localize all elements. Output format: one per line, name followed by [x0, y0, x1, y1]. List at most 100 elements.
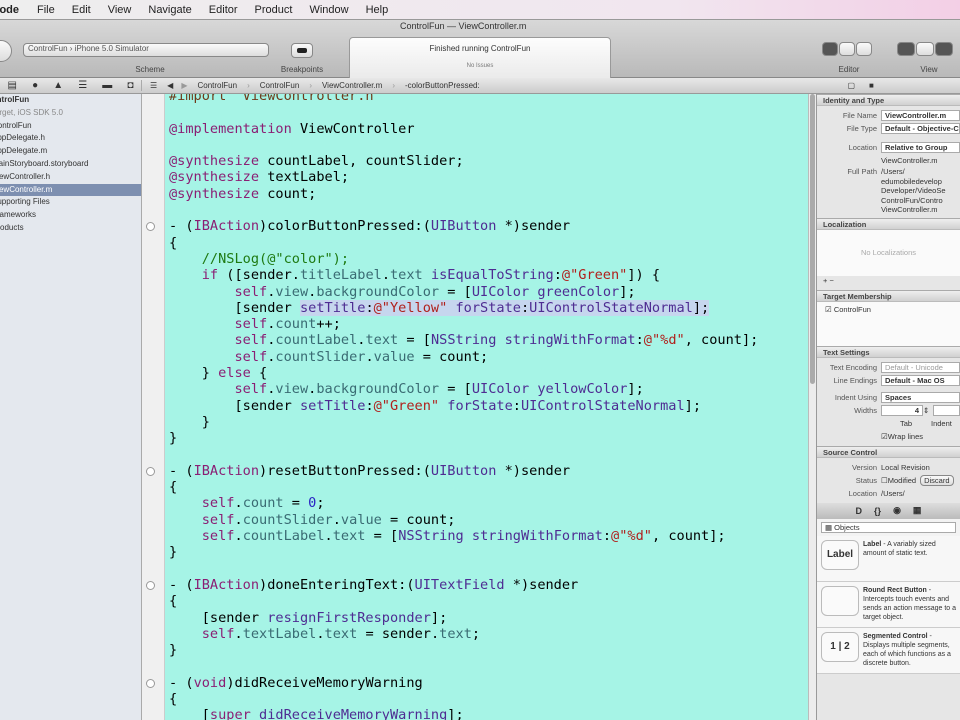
library-filter-select[interactable]: ▦ Objects — [821, 521, 956, 533]
menu-product[interactable]: Product — [255, 4, 293, 16]
version-label: Version — [851, 462, 877, 472]
navigator-item[interactable]: ControlFun — [0, 94, 141, 107]
navigator-item-label: Supporting Files — [0, 197, 50, 207]
code-token: self — [234, 332, 268, 349]
code-token: { — [169, 690, 178, 707]
library-item[interactable]: Label Label - A variably sized amount of … — [817, 536, 960, 582]
navigator-toggle[interactable] — [897, 42, 915, 56]
file-template-tab-icon[interactable]: D — [856, 506, 863, 516]
line-marker[interactable] — [146, 678, 155, 688]
discard-button[interactable]: Discard — [920, 474, 954, 486]
navigator-item[interactable]: Supporting Files — [0, 196, 141, 209]
symbol-navigator-icon[interactable]: ● — [32, 80, 38, 91]
code-snippet-tab-icon[interactable]: {} — [874, 506, 881, 516]
tab-width-field[interactable]: 4 — [881, 404, 923, 416]
encoding-label: Text Encoding — [829, 362, 877, 372]
encoding-select[interactable]: Default - Unicode — [881, 361, 960, 373]
related-files-icon[interactable]: ☰ — [150, 81, 157, 90]
location-file: ViewController.m — [881, 156, 938, 165]
navigator-item[interactable]: AppDelegate.h — [0, 132, 141, 145]
file-inspector-tab-icon[interactable]: ▢ — [847, 81, 855, 90]
breadcrumb-item[interactable]: ControlFun — [260, 81, 300, 90]
line-marker[interactable] — [146, 466, 155, 476]
library-tabs: D {} ◉ ▦ — [817, 502, 960, 519]
menu-window[interactable]: Window — [309, 4, 348, 16]
identity-section-header[interactable]: Identity and Type — [817, 94, 960, 106]
standard-editor-button[interactable] — [822, 42, 838, 56]
code-text[interactable]: #import "ViewController.h" @implementatio… — [169, 94, 758, 720]
file-type-select[interactable]: Default - Objective-C source — [881, 123, 960, 134]
localization-add-remove[interactable]: + − — [817, 276, 960, 290]
log-navigator-icon[interactable]: ◘ — [127, 80, 133, 91]
navigator-item[interactable]: ViewController.m — [0, 183, 141, 197]
code-line: @implementation ViewController — [169, 121, 758, 137]
navigator-item-label: 1 target, iOS SDK 5.0 — [0, 107, 63, 117]
menu-view[interactable]: View — [108, 4, 132, 16]
scroll-thumb[interactable] — [810, 94, 815, 384]
code-line: self.countLabel.text = [NSString stringW… — [169, 528, 758, 544]
code-token: : — [365, 397, 374, 414]
target-section-header[interactable]: Target Membership — [817, 289, 960, 302]
library-item-title: Label — [863, 540, 882, 548]
utilities-toggle[interactable] — [935, 42, 953, 56]
scheme-selector[interactable]: ControlFun › iPhone 5.0 Simulator — [23, 43, 269, 57]
tab-width-stepper[interactable]: ⇕ — [923, 406, 933, 415]
library-item-title: Segmented Control — [863, 632, 928, 640]
forward-icon[interactable]: ▶ — [181, 81, 187, 90]
assistant-editor-button[interactable] — [839, 42, 855, 56]
object-library-tab-icon[interactable]: ◉ — [893, 505, 901, 516]
breadcrumb-item[interactable]: -colorButtonPressed: — [405, 81, 480, 90]
project-navigator-icon[interactable]: ▤ — [8, 80, 17, 91]
code-line: } — [169, 544, 758, 560]
source-editor[interactable]: #import "ViewController.h" @implementatio… — [165, 94, 808, 720]
code-token: setTitle — [299, 299, 366, 316]
line-marker[interactable] — [146, 581, 155, 590]
menu-help[interactable]: Help — [366, 4, 389, 16]
breadcrumb-item[interactable]: ViewController.m — [322, 81, 382, 90]
code-token: text — [365, 332, 399, 349]
menu-editor[interactable]: Editor — [209, 4, 238, 16]
location-select[interactable]: Relative to Group — [881, 142, 960, 153]
library-item[interactable]: 1 | 2 Segmented Control - Displays multip… — [817, 628, 960, 674]
file-name-field[interactable]: ViewController.m — [881, 110, 960, 121]
version-editor-button[interactable] — [856, 42, 872, 56]
indent-width-field[interactable] — [933, 404, 960, 416]
navigator-item[interactable]: Products — [0, 222, 141, 235]
navigator-item[interactable]: ViewController.h — [0, 171, 141, 184]
menu-edit[interactable]: Edit — [72, 4, 91, 16]
back-icon[interactable]: ◀ — [167, 81, 173, 90]
indent-select[interactable]: Spaces — [881, 391, 960, 403]
navigator-item[interactable]: 1 target, iOS SDK 5.0 — [0, 107, 141, 120]
navigator-item[interactable]: ControlFun — [0, 120, 141, 133]
editor-scrollbar[interactable] — [808, 94, 816, 720]
menu-navigate[interactable]: Navigate — [148, 4, 191, 16]
source-control-header[interactable]: Source Control — [817, 445, 960, 458]
text-settings-header[interactable]: Text Settings — [817, 345, 960, 358]
menu-app[interactable]: Xcode — [0, 4, 19, 16]
quick-help-tab-icon[interactable]: ■ — [869, 81, 874, 90]
issue-navigator-icon[interactable]: ☰ — [78, 80, 87, 91]
breakpoints-button[interactable] — [291, 43, 313, 58]
full-path-line: /Users/ — [881, 167, 905, 176]
line-marker[interactable] — [146, 222, 155, 232]
menu-file[interactable]: File — [37, 4, 55, 16]
navigator-item[interactable]: AppDelegate.m — [0, 145, 141, 158]
library-item[interactable]: Round Rect Button - Intercepts touch eve… — [817, 582, 960, 628]
wrap-lines-checkbox[interactable]: ☑ — [881, 432, 888, 441]
line-endings-select[interactable]: Default - Mac OS — [881, 374, 960, 386]
search-navigator-icon[interactable]: ▲ — [53, 80, 63, 91]
target-checkbox[interactable]: ☑ — [825, 305, 832, 314]
localization-section-header[interactable]: Localization — [817, 217, 960, 230]
code-token: [ — [169, 707, 210, 720]
code-token: @"Green" — [373, 397, 440, 414]
navigator-item[interactable]: MainStoryboard.storyboard — [0, 158, 141, 171]
stop-button[interactable] — [0, 40, 12, 62]
breadcrumb-item[interactable]: ControlFun — [197, 81, 237, 90]
breakpoint-navigator-icon[interactable]: ▬ — [102, 80, 112, 91]
debug-toggle[interactable] — [916, 42, 934, 56]
code-line: { — [169, 691, 758, 707]
media-library-tab-icon[interactable]: ▦ — [913, 505, 922, 516]
navigator-item[interactable]: Frameworks — [0, 209, 141, 222]
